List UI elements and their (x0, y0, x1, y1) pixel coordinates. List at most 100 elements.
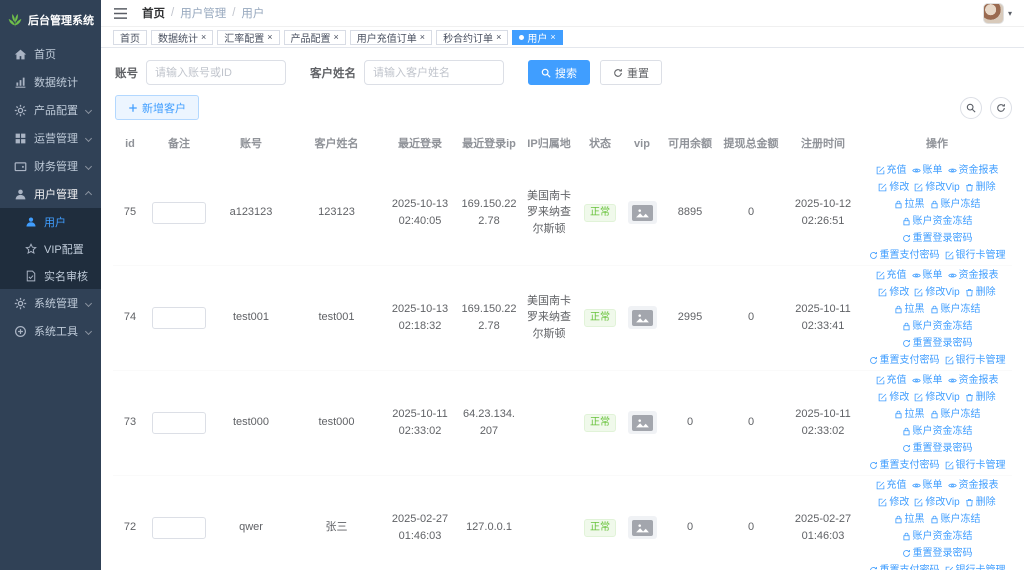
action-account-freeze[interactable]: 账户冻结 (930, 197, 981, 212)
action-reset-login-password[interactable]: 重置登录密码 (902, 336, 973, 351)
action-modify-vip[interactable]: 修改Vip (914, 495, 960, 510)
status-badge: 正常 (584, 518, 616, 537)
action-delete[interactable]: 删除 (965, 390, 996, 405)
action-account-fund-freeze[interactable]: 账户资金冻结 (902, 319, 973, 334)
action-blacklist[interactable]: 拉黑 (894, 197, 925, 212)
action-modify-vip[interactable]: 修改Vip (914, 390, 960, 405)
action-reset-login-password[interactable]: 重置登录密码 (902, 441, 973, 456)
tab-home[interactable]: 首页 (113, 29, 147, 45)
action-recharge[interactable]: 充值 (876, 163, 907, 178)
remark-input[interactable] (152, 411, 206, 434)
sidebar-item-stats[interactable]: 数据统计 (0, 68, 101, 96)
action-reset-pay-password[interactable]: 重置支付密码 (869, 458, 940, 473)
user-avatar[interactable] (982, 2, 1004, 24)
action-account-fund-freeze[interactable]: 账户资金冻结 (902, 214, 973, 229)
action-modify[interactable]: 修改 (878, 390, 909, 405)
sidebar-item-user-management[interactable]: 用户管理 (0, 180, 101, 208)
sidebar-item-operation[interactable]: 运营管理 (0, 124, 101, 152)
search-toggle-button[interactable] (960, 96, 982, 119)
action-delete[interactable]: 删除 (965, 180, 996, 195)
action-account-fund-freeze[interactable]: 账户资金冻结 (902, 424, 973, 439)
action-bank-card-manage[interactable]: 银行卡管理 (945, 458, 1006, 473)
action-blacklist[interactable]: 拉黑 (894, 512, 925, 527)
search-button[interactable]: 搜索 (528, 60, 590, 85)
hamburger-icon[interactable] (113, 7, 128, 20)
cell-id: 72 (123, 521, 137, 534)
action-modify[interactable]: 修改 (878, 285, 909, 300)
action-reset-pay-password[interactable]: 重置支付密码 (869, 563, 940, 570)
action-bank-card-manage[interactable]: 银行卡管理 (945, 248, 1006, 263)
action-recharge[interactable]: 充值 (876, 268, 907, 283)
vip-image-icon[interactable] (627, 516, 657, 539)
action-bill[interactable]: 账单 (911, 478, 943, 493)
action-reset-pay-password[interactable]: 重置支付密码 (869, 248, 940, 263)
sidebar-item-finance[interactable]: 财务管理 (0, 152, 101, 180)
action-fund-report[interactable]: 资金报表 (947, 478, 999, 493)
close-icon[interactable]: × (420, 32, 425, 42)
sidebar-subitem-real-name-audit[interactable]: 实名审核 (0, 262, 101, 289)
sidebar-item-system-tools[interactable]: 系统工具 (0, 317, 101, 345)
remark-input[interactable] (152, 306, 206, 329)
action-account-freeze[interactable]: 账户冻结 (930, 512, 981, 527)
action-bill[interactable]: 账单 (911, 373, 943, 388)
delete-icon (965, 393, 974, 402)
vip-image-icon[interactable] (627, 201, 657, 224)
action-fund-report[interactable]: 资金报表 (947, 163, 999, 178)
edit-icon (914, 288, 923, 297)
close-icon[interactable]: × (550, 32, 555, 42)
close-icon[interactable]: × (334, 32, 339, 42)
sidebar-subitem-user[interactable]: 用户 (0, 208, 101, 235)
close-icon[interactable]: × (201, 32, 206, 42)
action-reset-login-password[interactable]: 重置登录密码 (902, 546, 973, 561)
action-fund-report[interactable]: 资金报表 (947, 373, 999, 388)
action-bank-card-manage[interactable]: 银行卡管理 (945, 353, 1006, 368)
sidebar-item-system-management[interactable]: 系统管理 (0, 289, 101, 317)
reset-button[interactable]: 重置 (600, 60, 662, 85)
leaf-logo-icon (8, 14, 22, 28)
tab-data-stats[interactable]: 数据统计 × (151, 29, 214, 45)
action-bill[interactable]: 账单 (911, 268, 943, 283)
remark-input[interactable] (152, 201, 206, 224)
remark-input[interactable] (152, 516, 206, 539)
action-fund-report[interactable]: 资金报表 (947, 268, 999, 283)
refresh-table-button[interactable] (990, 96, 1012, 119)
tab-recharge-orders[interactable]: 用户充值订单 × (349, 29, 433, 45)
close-icon[interactable]: × (267, 32, 272, 42)
action-bank-card-manage[interactable]: 银行卡管理 (945, 563, 1006, 570)
action-blacklist[interactable]: 拉黑 (894, 407, 925, 422)
action-recharge[interactable]: 充值 (876, 478, 907, 493)
action-bill[interactable]: 账单 (911, 163, 943, 178)
action-account-fund-freeze[interactable]: 账户资金冻结 (902, 529, 973, 544)
tab-exchange-rate-config[interactable]: 汇率配置 × (217, 29, 280, 45)
add-customer-button[interactable]: 新增客户 (115, 95, 199, 120)
close-icon[interactable]: × (496, 32, 501, 42)
cell-vip (622, 409, 662, 436)
action-modify-vip[interactable]: 修改Vip (914, 180, 960, 195)
vip-image-icon[interactable] (627, 306, 657, 329)
action-modify-vip[interactable]: 修改Vip (914, 285, 960, 300)
action-reset-pay-password[interactable]: 重置支付密码 (869, 353, 940, 368)
vip-image-icon[interactable] (627, 411, 657, 434)
action-reset-login-password[interactable]: 重置登录密码 (902, 231, 973, 246)
account-input[interactable] (146, 60, 286, 85)
tab-user[interactable]: 用户 × (512, 29, 563, 45)
sidebar-item-product-config[interactable]: 产品配置 (0, 96, 101, 124)
action-modify[interactable]: 修改 (878, 495, 909, 510)
lock-icon (902, 427, 911, 436)
breadcrumb-home[interactable]: 首页 (142, 5, 165, 21)
action-recharge[interactable]: 充值 (876, 373, 907, 388)
customer-name-input[interactable] (364, 60, 504, 85)
tab-second-contract-orders[interactable]: 秒合约订单 × (436, 29, 509, 45)
tags-view-bar: 首页 数据统计 × 汇率配置 × 产品配置 × 用户充值订单 × 秒合约订单 × 用户 × (101, 27, 1024, 48)
sidebar-subitem-vip-config[interactable]: VIP配置 (0, 235, 101, 262)
tab-product-config[interactable]: 产品配置 × (283, 29, 346, 45)
action-delete[interactable]: 删除 (965, 495, 996, 510)
action-account-freeze[interactable]: 账户冻结 (930, 302, 981, 317)
action-blacklist[interactable]: 拉黑 (894, 302, 925, 317)
action-delete[interactable]: 删除 (965, 285, 996, 300)
sidebar-item-home[interactable]: 首页 (0, 40, 101, 68)
action-modify[interactable]: 修改 (878, 180, 909, 195)
caret-down-icon[interactable]: ▾ (1008, 9, 1012, 18)
action-account-freeze[interactable]: 账户冻结 (930, 407, 981, 422)
view-icon (947, 376, 957, 385)
